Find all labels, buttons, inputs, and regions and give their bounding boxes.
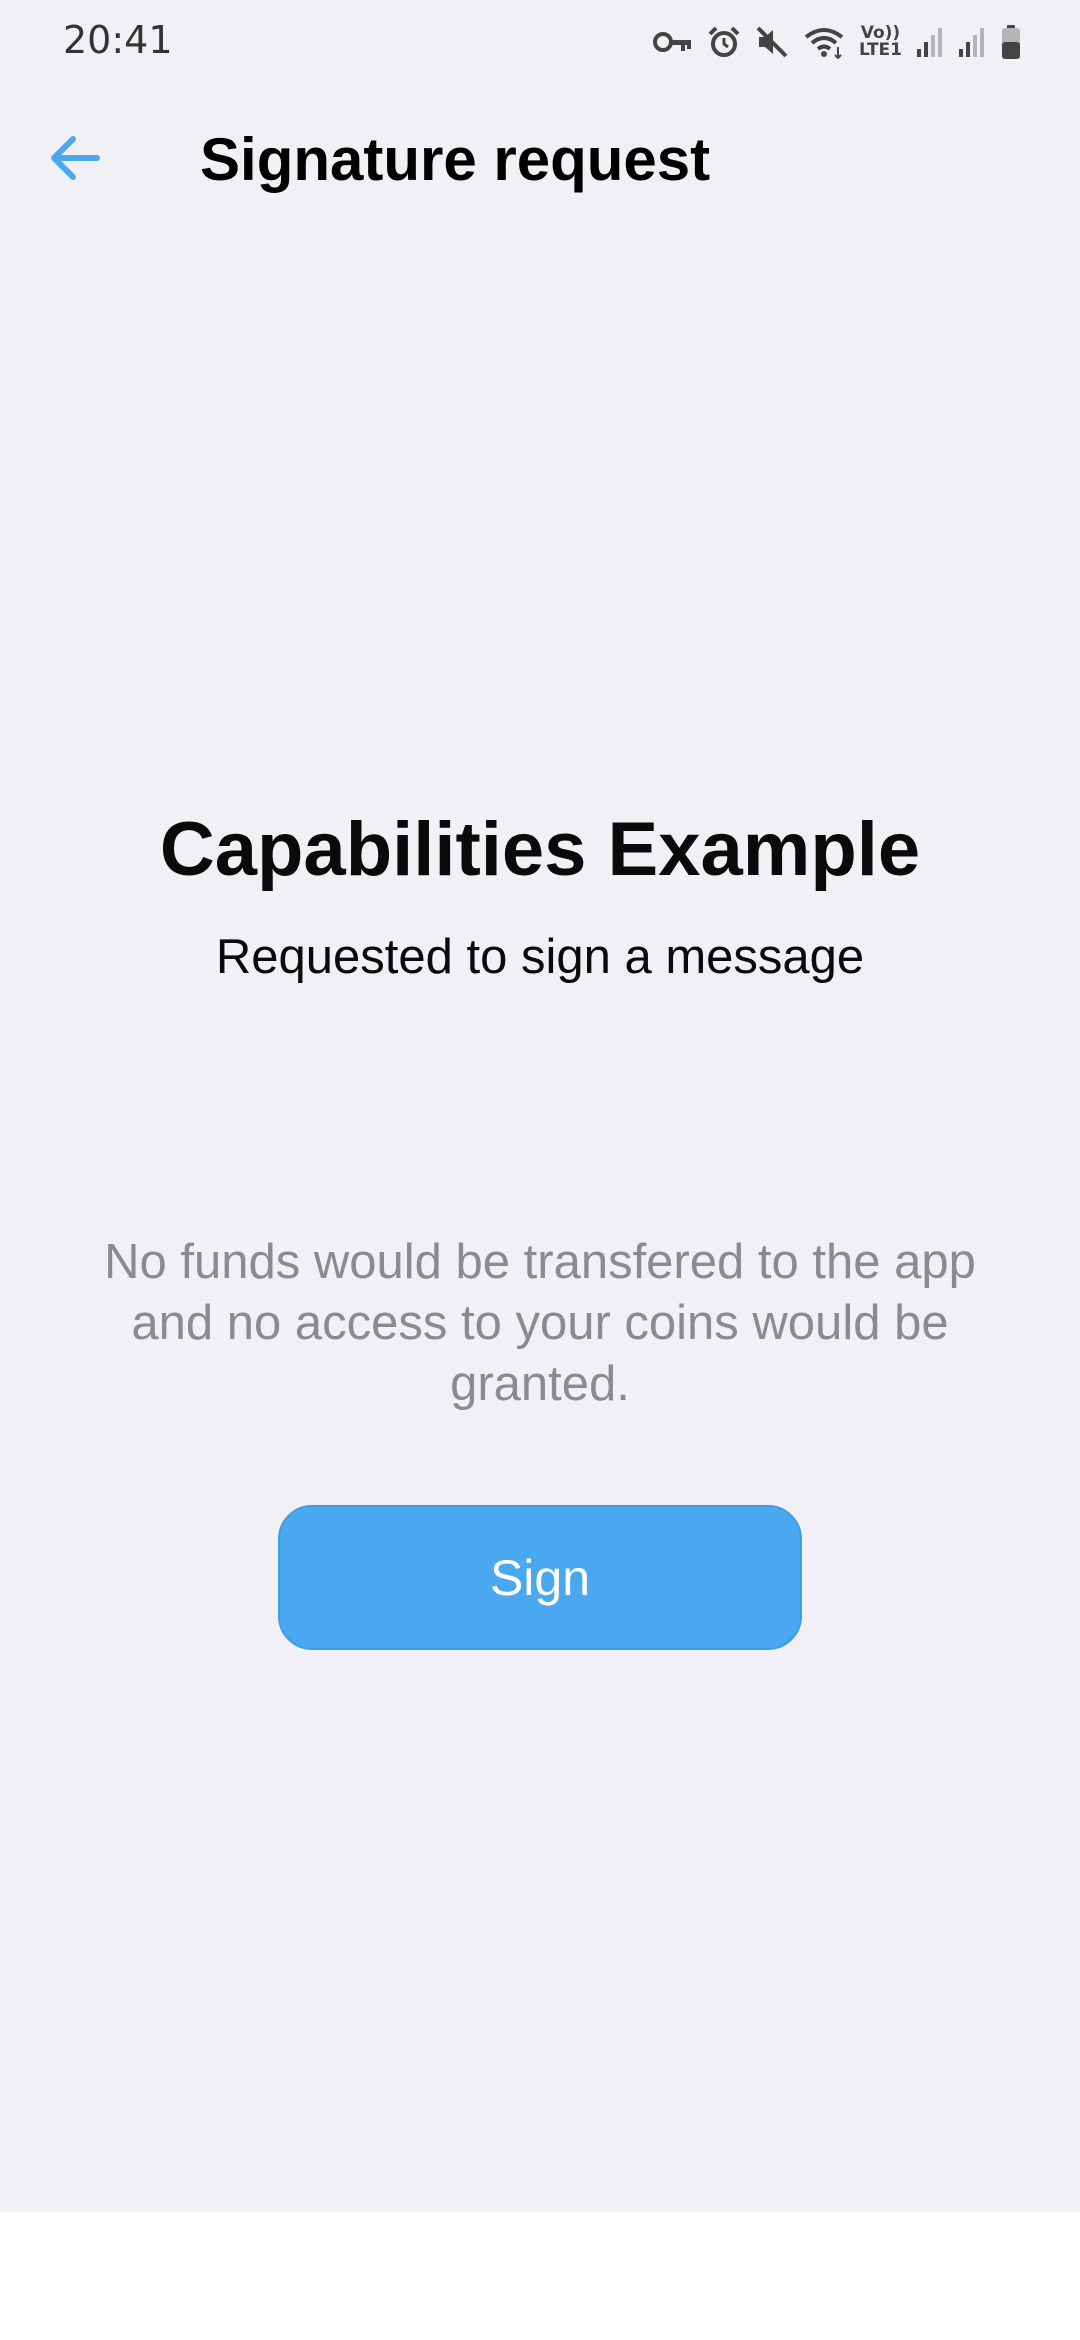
signal-icon — [916, 25, 944, 59]
disclaimer-text: No funds would be transfered to the app … — [104, 1235, 976, 1411]
app-bar: Signature request — [0, 100, 1080, 220]
lte-label: LTE1 — [858, 40, 902, 60]
back-button[interactable] — [34, 122, 116, 198]
arrow-left-icon — [47, 133, 103, 188]
request-description: Requested to sign a message — [215, 930, 865, 984]
status-time: 20:41 — [63, 18, 173, 62]
mute-icon — [755, 25, 789, 59]
bottom-area — [0, 2212, 1080, 2340]
alarm-icon — [707, 25, 741, 59]
status-icons: Vo)) LTE1 — [652, 22, 1022, 62]
sign-button-label: Sign — [489, 1549, 591, 1606]
lte-indicator: Vo)) LTE1 — [859, 25, 902, 59]
page-title: Signature request — [200, 126, 711, 193]
status-bar: 20:41 Vo)) LTE1 — [0, 0, 1080, 80]
vpn-key-icon — [652, 29, 693, 55]
signal-icon — [958, 25, 986, 59]
wifi-icon — [803, 25, 845, 59]
sign-button[interactable]: Sign — [278, 1505, 802, 1650]
battery-icon — [1000, 24, 1022, 60]
screen-background: 20:41 Vo)) LTE1 Signature request Capabi… — [0, 0, 1080, 2212]
requesting-app-name: Capabilities Example — [159, 807, 921, 892]
